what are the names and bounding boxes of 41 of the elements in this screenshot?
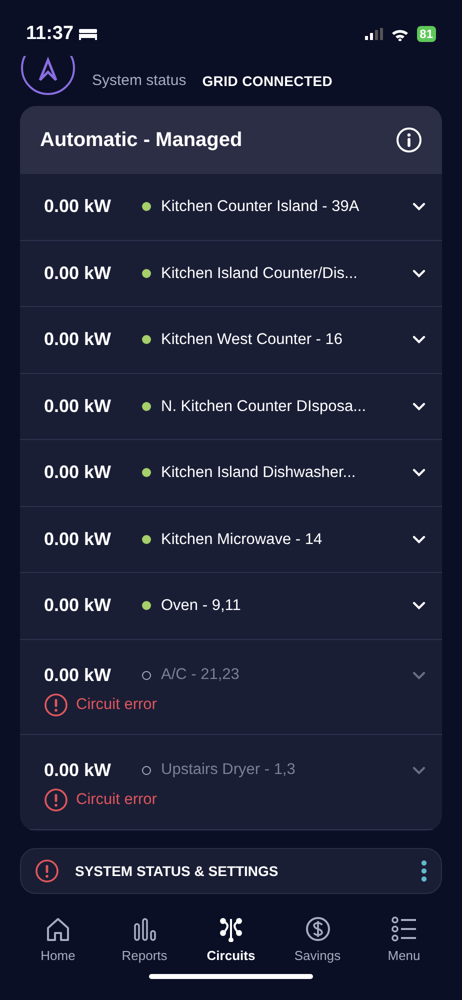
system-settings-bar[interactable]: SYSTEM STATUS & SETTINGS: [20, 848, 442, 894]
circuit-name: Kitchen Microwave - 14: [161, 530, 324, 550]
system-status-value: GRID CONNECTED: [202, 72, 333, 90]
circuit-row[interactable]: 0.00 kW Kitchen Microwave - 14: [20, 506, 442, 573]
power-reading: 0.00 kW: [44, 394, 112, 418]
clock-time: 11:37: [26, 22, 74, 46]
battery-level: 81: [416, 26, 436, 42]
tab[interactable]: Home: [18, 916, 98, 966]
circuit-name: N. Kitchen Counter DIsposa...: [161, 396, 368, 417]
power-reading: 0.00 kW: [44, 328, 112, 352]
tab[interactable]: Reports: [104, 916, 184, 966]
tab[interactable]: Savings: [278, 916, 358, 966]
circuit-name: Oven - 9,11: [161, 596, 242, 616]
circuit-name: Kitchen Counter Island - 39A: [161, 197, 360, 218]
tab[interactable]: Circuits: [191, 916, 271, 966]
circuit-row[interactable]: 0.00 kW A/C - 21,23 Circuit error: [20, 640, 442, 734]
circuit-name: Kitchen Island Counter/Dis...: [161, 264, 358, 284]
error-message: Circuit error: [76, 694, 157, 715]
power-reading: 0.00 kW: [44, 528, 112, 551]
system-status-label: System status: [92, 70, 186, 91]
circuit-row[interactable]: 0.00 kW Kitchen Island Dishwasher...: [20, 440, 442, 506]
power-reading: 0.00 kW: [44, 594, 112, 618]
circuit-name: A/C - 21,23: [161, 665, 240, 686]
circuit-row[interactable]: 0.00 kW Upstairs Dryer - 1,3 Circuit error: [20, 734, 442, 830]
circuit-name: Kitchen Island Dishwasher...: [161, 463, 357, 484]
circuit-row[interactable]: 0.00 kW Kitchen Island Counter/Dis...: [20, 240, 442, 307]
circuit-row[interactable]: 0.00 kW Kitchen Counter Island - 39A: [20, 174, 442, 240]
circuit-row[interactable]: 0.00 kW Oven - 9,11: [20, 573, 442, 640]
panel-title: Automatic - Managed: [40, 128, 242, 153]
power-reading: 0.00 kW: [44, 461, 112, 484]
circuit-row[interactable]: 0.00 kW N. Kitchen Counter DIsposa...: [20, 374, 442, 440]
error-message: Circuit error: [76, 790, 157, 810]
power-reading: 0.00 kW: [44, 195, 112, 218]
circuit-row[interactable]: 0.00 kW Kitchen West Counter - 16: [20, 307, 442, 374]
power-reading: 0.00 kW: [44, 262, 112, 285]
power-reading: 0.00 kW: [44, 664, 112, 686]
circuit-name: Upstairs Dryer - 1,3: [161, 760, 296, 780]
circuit-name: Kitchen West Counter - 16: [161, 330, 344, 350]
tab[interactable]: Menu: [364, 916, 444, 966]
settings-bar-label: SYSTEM STATUS & SETTINGS: [75, 862, 280, 880]
power-reading: 0.00 kW: [44, 758, 112, 782]
